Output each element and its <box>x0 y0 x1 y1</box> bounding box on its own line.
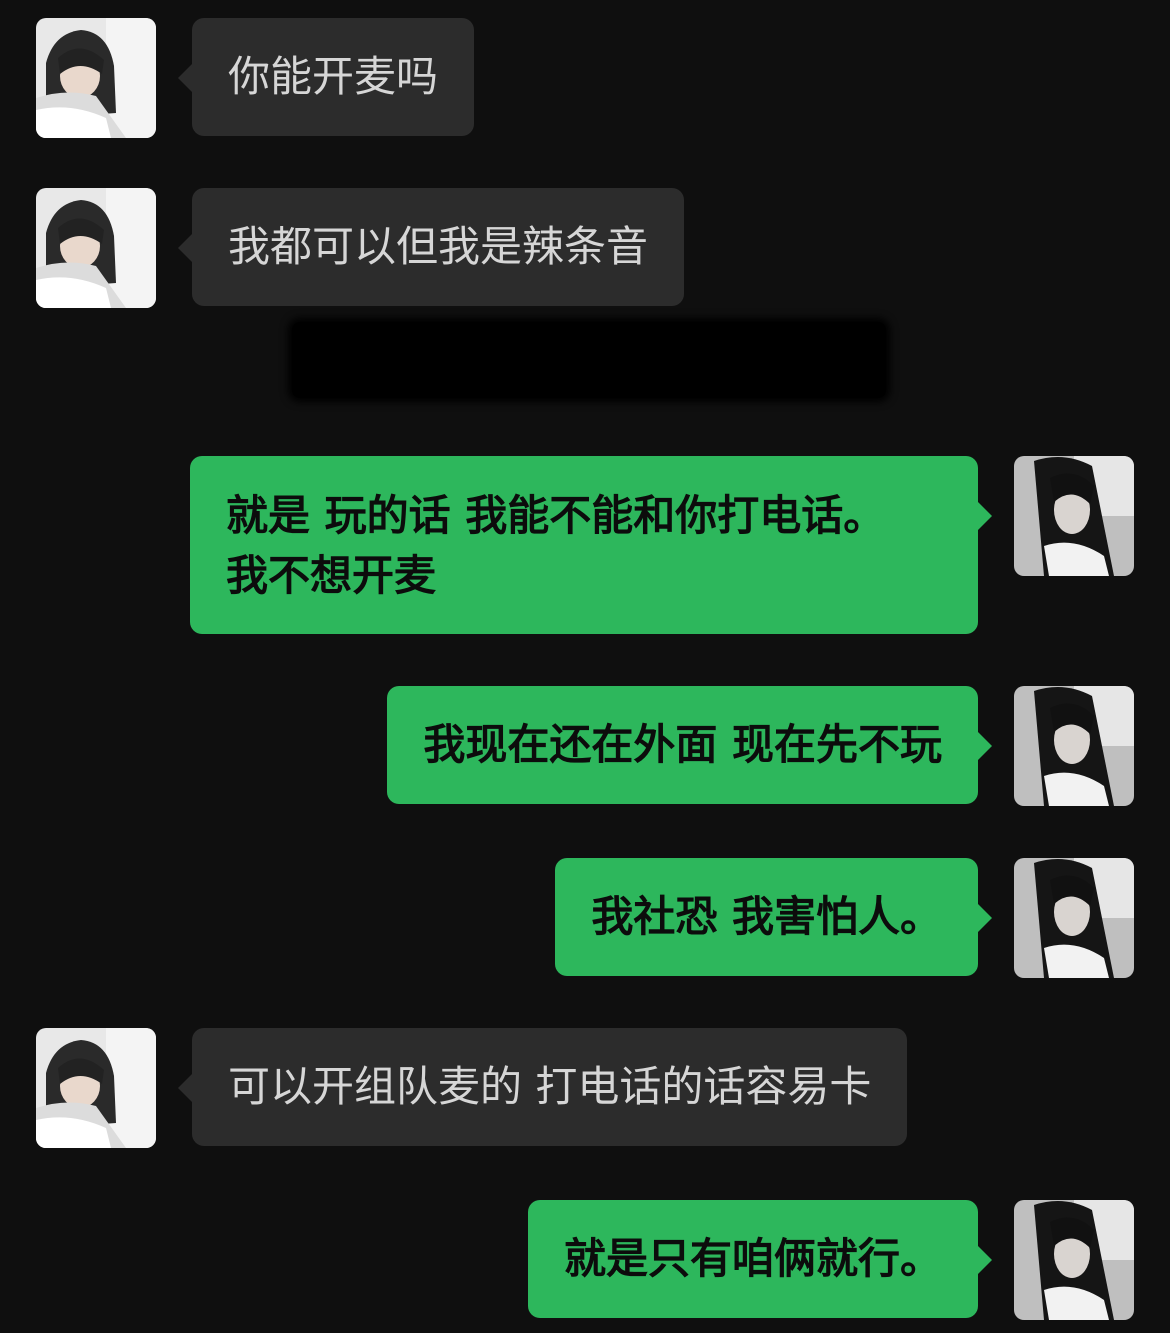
contact-avatar[interactable] <box>36 18 156 138</box>
contact-avatar[interactable] <box>36 1028 156 1148</box>
my-avatar[interactable] <box>1014 1200 1134 1320</box>
message-bubble-outgoing[interactable]: 我社恐 我害怕人。 <box>555 858 992 976</box>
redacted-message <box>292 322 886 398</box>
message-bubble-incoming[interactable]: 你能开麦吗 <box>177 18 475 136</box>
my-avatar[interactable] <box>1014 858 1134 978</box>
message-text: 可以开组队麦的 打电话的话容易卡 <box>228 1062 872 1111</box>
message-text: 我都可以但我是辣条音 <box>228 222 649 271</box>
my-avatar[interactable] <box>1014 686 1134 806</box>
message-bubble-outgoing[interactable]: 我现在还在外面 现在先不玩 <box>387 686 992 804</box>
message-bubble-incoming[interactable]: 我都可以但我是辣条音 <box>177 188 685 306</box>
message-text: 就是只有咱俩就行。 <box>563 1234 942 1283</box>
contact-avatar[interactable] <box>36 188 156 308</box>
message-text-line: 就是 玩的话 我能不能和你打电话。 <box>226 491 886 540</box>
message-bubble-outgoing[interactable]: 就是只有咱俩就行。 <box>527 1200 993 1318</box>
message-text: 我现在还在外面 现在先不玩 <box>423 720 942 769</box>
message-bubble-outgoing[interactable]: 就是 玩的话 我能不能和你打电话。 我不想开麦 <box>190 456 992 634</box>
message-text: 你能开麦吗 <box>228 52 439 101</box>
message-text-line: 我不想开麦 <box>226 551 437 600</box>
message-text: 我社恐 我害怕人。 <box>591 892 942 941</box>
message-bubble-incoming[interactable]: 可以开组队麦的 打电话的话容易卡 <box>177 1028 908 1146</box>
my-avatar[interactable] <box>1014 456 1134 576</box>
